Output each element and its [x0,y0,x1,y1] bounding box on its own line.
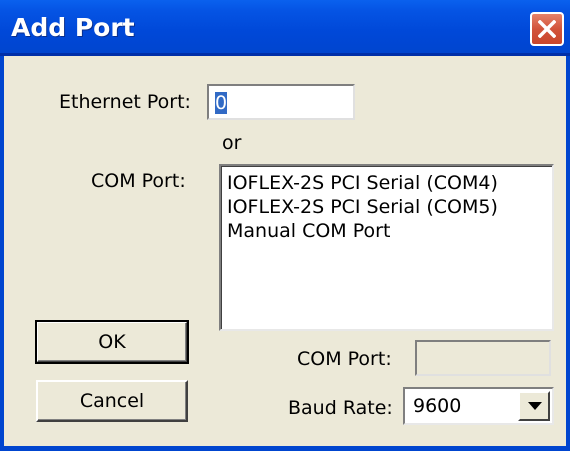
baud-rate-select[interactable]: 9600 [403,387,554,425]
list-item[interactable]: Manual COM Port [227,219,390,243]
com-port-listbox[interactable]: IOFLEX-2S PCI Serial (COM4) IOFLEX-2S PC… [219,164,554,331]
com-port-list-label: COM Port: [91,170,186,192]
or-text: or [222,132,242,154]
ethernet-port-input[interactable]: 0 [207,84,355,120]
ethernet-port-label: Ethernet Port: [59,91,191,113]
ok-button[interactable]: OK [35,320,189,364]
manual-com-port-label: COM Port: [297,348,392,370]
window-title: Add Port [11,13,135,42]
window-frame-right [566,56,570,451]
manual-com-port-input[interactable] [415,340,551,376]
baud-rate-dropdown-button[interactable] [518,391,550,421]
baud-rate-label: Baud Rate: [288,397,393,419]
title-bar[interactable]: Add Port [0,0,570,56]
window-frame-left [0,56,4,451]
cancel-button[interactable]: Cancel [36,380,188,422]
baud-rate-value: 9600 [413,395,462,417]
list-item[interactable]: IOFLEX-2S PCI Serial (COM4) [227,171,498,195]
window-frame-bottom [0,446,570,451]
close-button[interactable] [530,12,564,46]
ethernet-port-value: 0 [215,92,228,114]
list-item[interactable]: IOFLEX-2S PCI Serial (COM5) [227,195,498,219]
close-icon [538,20,556,38]
chevron-down-icon [528,402,542,410]
add-port-dialog: Add Port Ethernet Port: 0 or COM Port: I… [0,0,570,451]
